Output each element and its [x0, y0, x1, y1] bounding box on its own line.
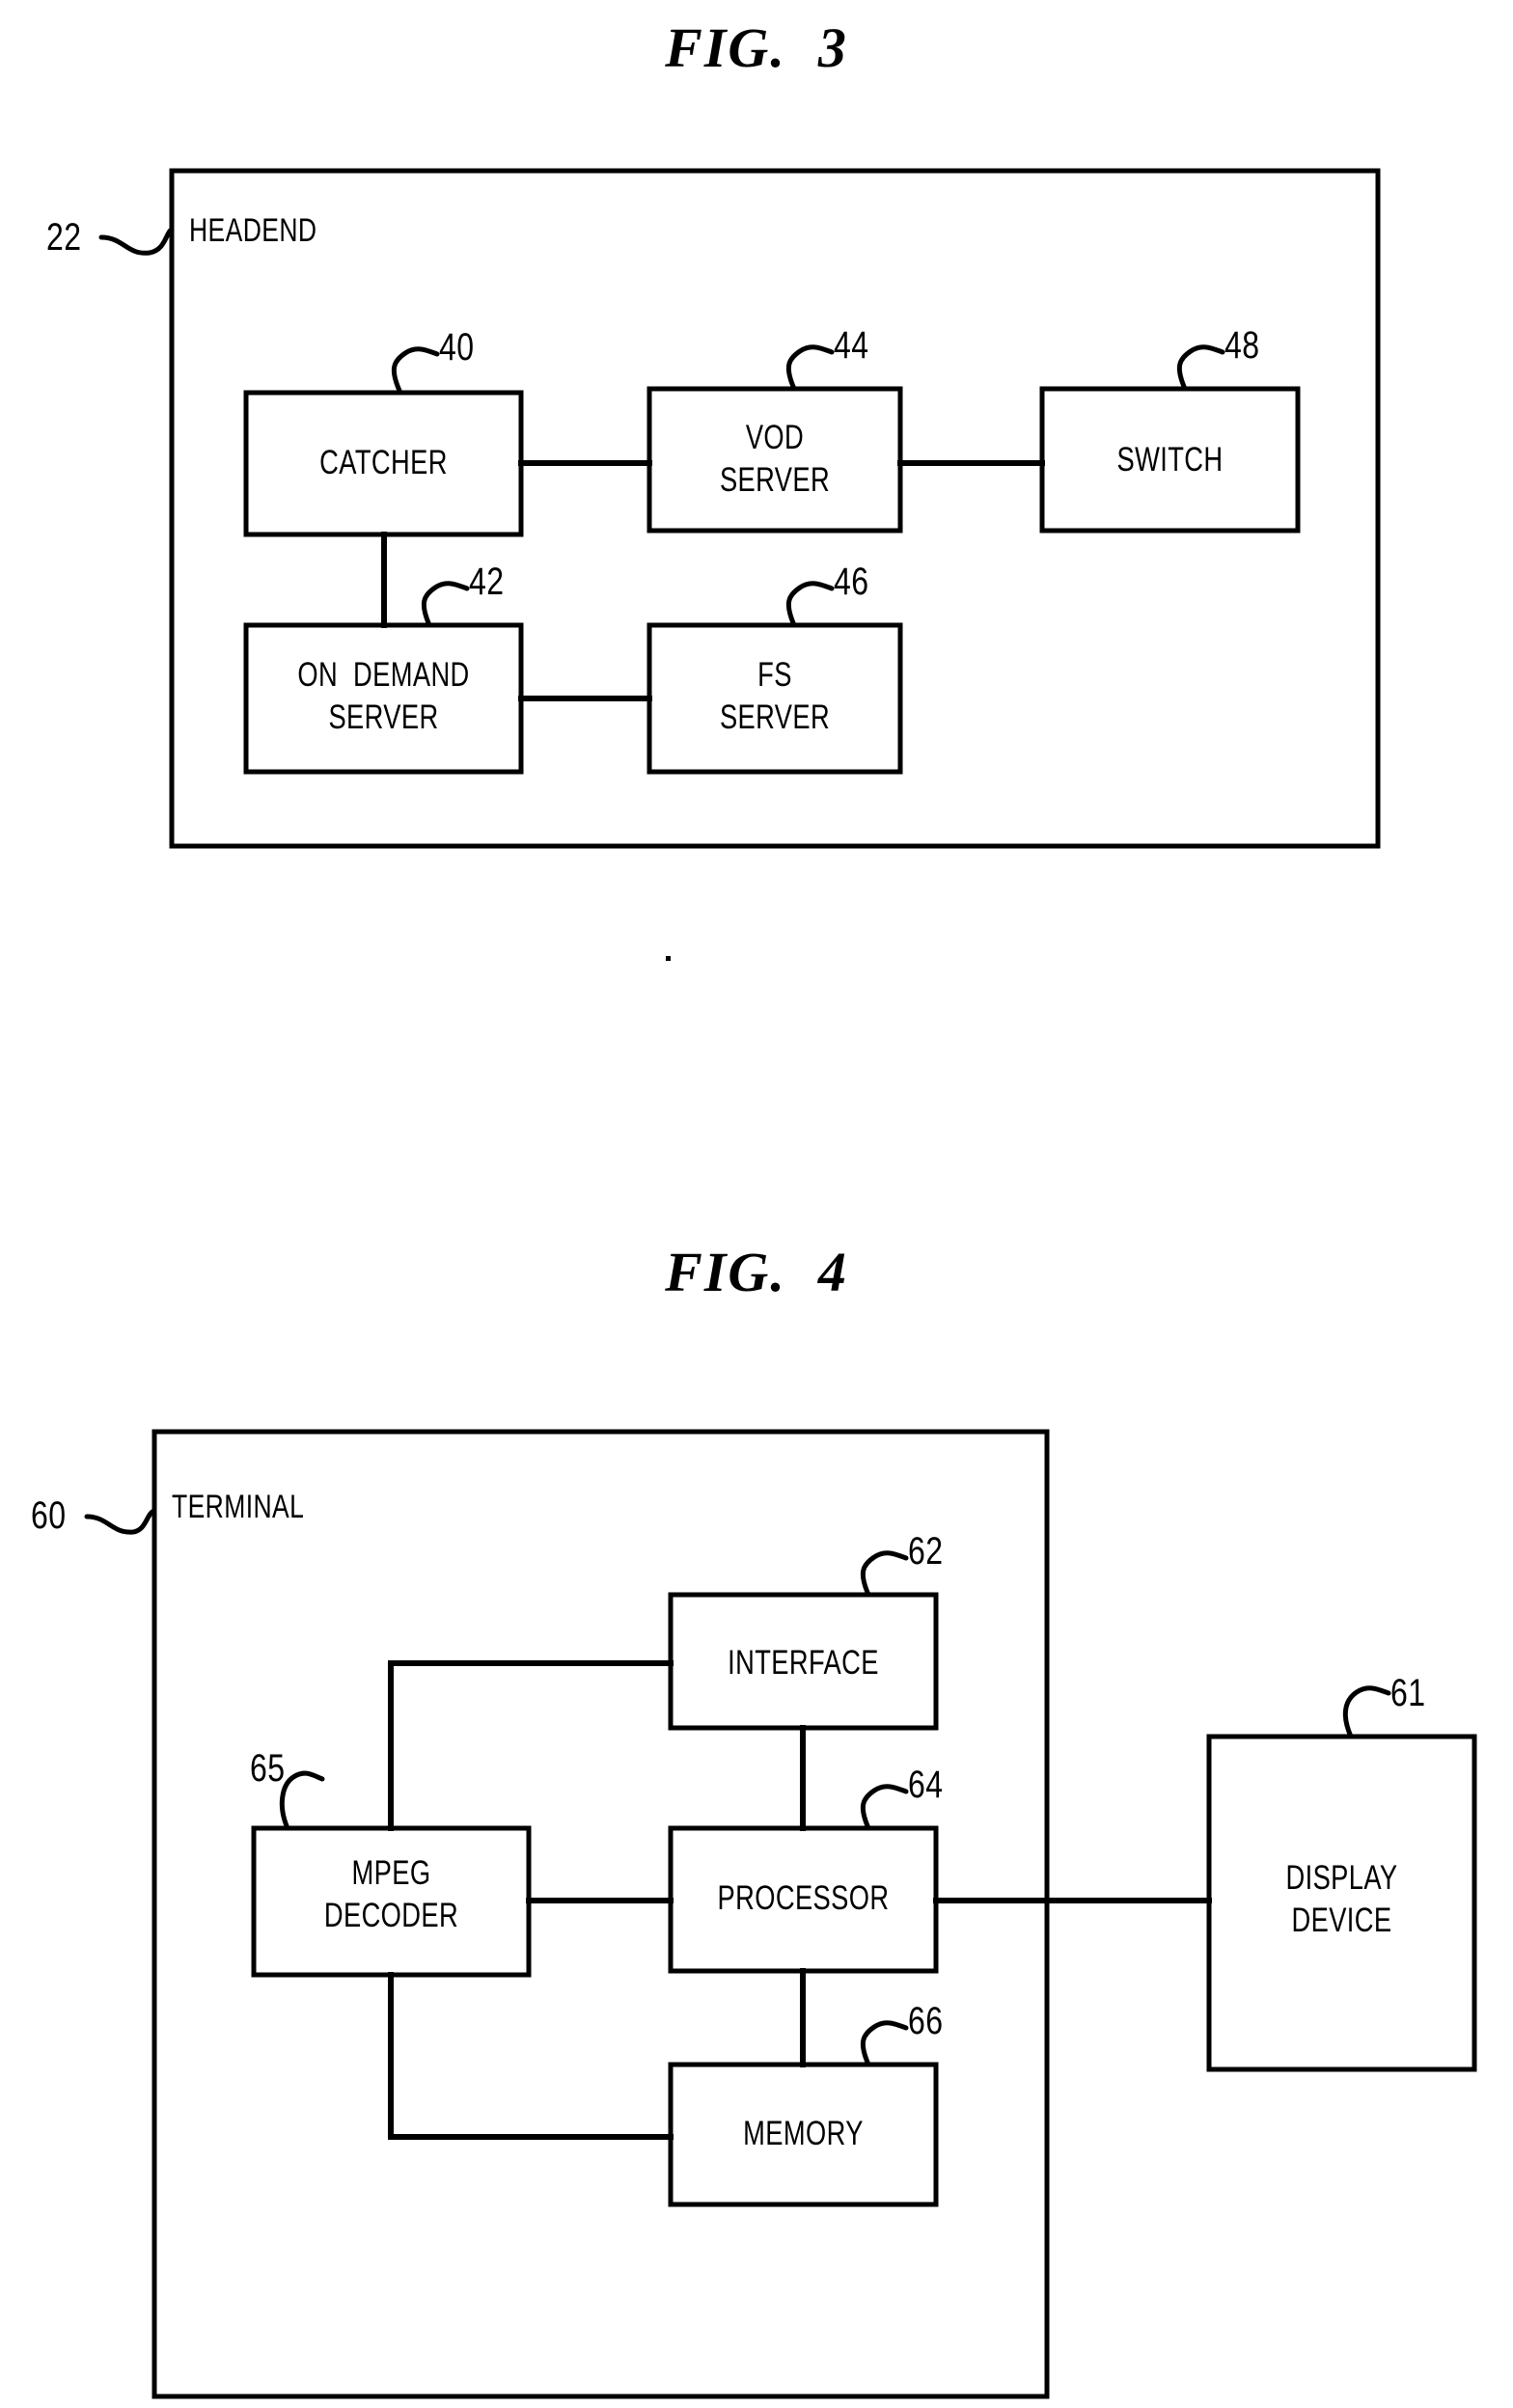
vod-server-label-line1: VOD: [745, 419, 805, 456]
headend-container-box: [169, 168, 1381, 849]
on-demand-server-label-line1: ON DEMAND: [297, 656, 470, 694]
reference-leader-44: [785, 344, 835, 392]
patent-figure-sheet: FIG. 3 FIG. 4 HEADEND 22 CATCHER 40 VOD …: [0, 0, 1513, 2408]
connection-interface-bus: [388, 1660, 674, 1831]
interface-label: INTERFACE: [728, 1644, 879, 1682]
reference-leader-40: [391, 346, 440, 394]
catcher-label: CATCHER: [319, 444, 448, 481]
page-artifact-dot: [666, 956, 671, 961]
reference-leader-46: [785, 581, 835, 628]
memory-label: MEMORY: [743, 2115, 864, 2152]
reference-number-65: 65: [250, 1747, 286, 1790]
reference-number-64: 64: [908, 1764, 944, 1806]
fs-server-label-line1: FS: [757, 656, 792, 694]
reference-leader-65: [279, 1770, 325, 1831]
reference-leader-48: [1176, 344, 1225, 392]
figure-4-title: FIG. 4: [665, 1241, 848, 1303]
on-demand-server-label-line2: SERVER: [328, 698, 439, 736]
reference-number-44: 44: [834, 324, 869, 367]
reference-leader-64: [860, 1784, 909, 1831]
reference-number-46: 46: [834, 561, 869, 603]
switch-label: SWITCH: [1116, 441, 1224, 479]
reference-number-42: 42: [469, 561, 505, 603]
reference-number-40: 40: [439, 326, 475, 369]
reference-number-48: 48: [1224, 324, 1260, 367]
terminal-label: TERMINAL: [172, 1489, 305, 1525]
reference-number-66: 66: [908, 2000, 944, 2042]
vod-server-label-line2: SERVER: [719, 461, 831, 499]
reference-leader-62: [860, 1550, 909, 1598]
reference-number-22: 22: [46, 216, 82, 259]
mpeg-decoder-label-line2: DECODER: [323, 1897, 459, 1934]
reference-leader-22: [98, 227, 175, 256]
display-device-label-line1: DISPLAY: [1285, 1859, 1398, 1897]
reference-number-60: 60: [31, 1494, 67, 1537]
fs-server-label-line2: SERVER: [719, 698, 831, 736]
diagram-vector-layer: [84, 168, 1477, 2399]
processor-label: PROCESSOR: [717, 1879, 890, 1917]
headend-label: HEADEND: [189, 212, 317, 249]
reference-number-61: 61: [1390, 1672, 1426, 1714]
reference-leader-60: [84, 1508, 157, 1535]
display-device-label-line2: DEVICE: [1291, 1902, 1392, 1939]
reference-leader-66: [860, 2020, 909, 2067]
reference-leader-61: [1342, 1685, 1391, 1739]
reference-leader-42: [421, 581, 470, 628]
connection-decoder-memory: [388, 1972, 674, 2140]
mpeg-decoder-label-line1: MPEG: [351, 1854, 431, 1892]
figure-3-title: FIG. 3: [665, 16, 848, 79]
reference-number-62: 62: [908, 1530, 944, 1573]
